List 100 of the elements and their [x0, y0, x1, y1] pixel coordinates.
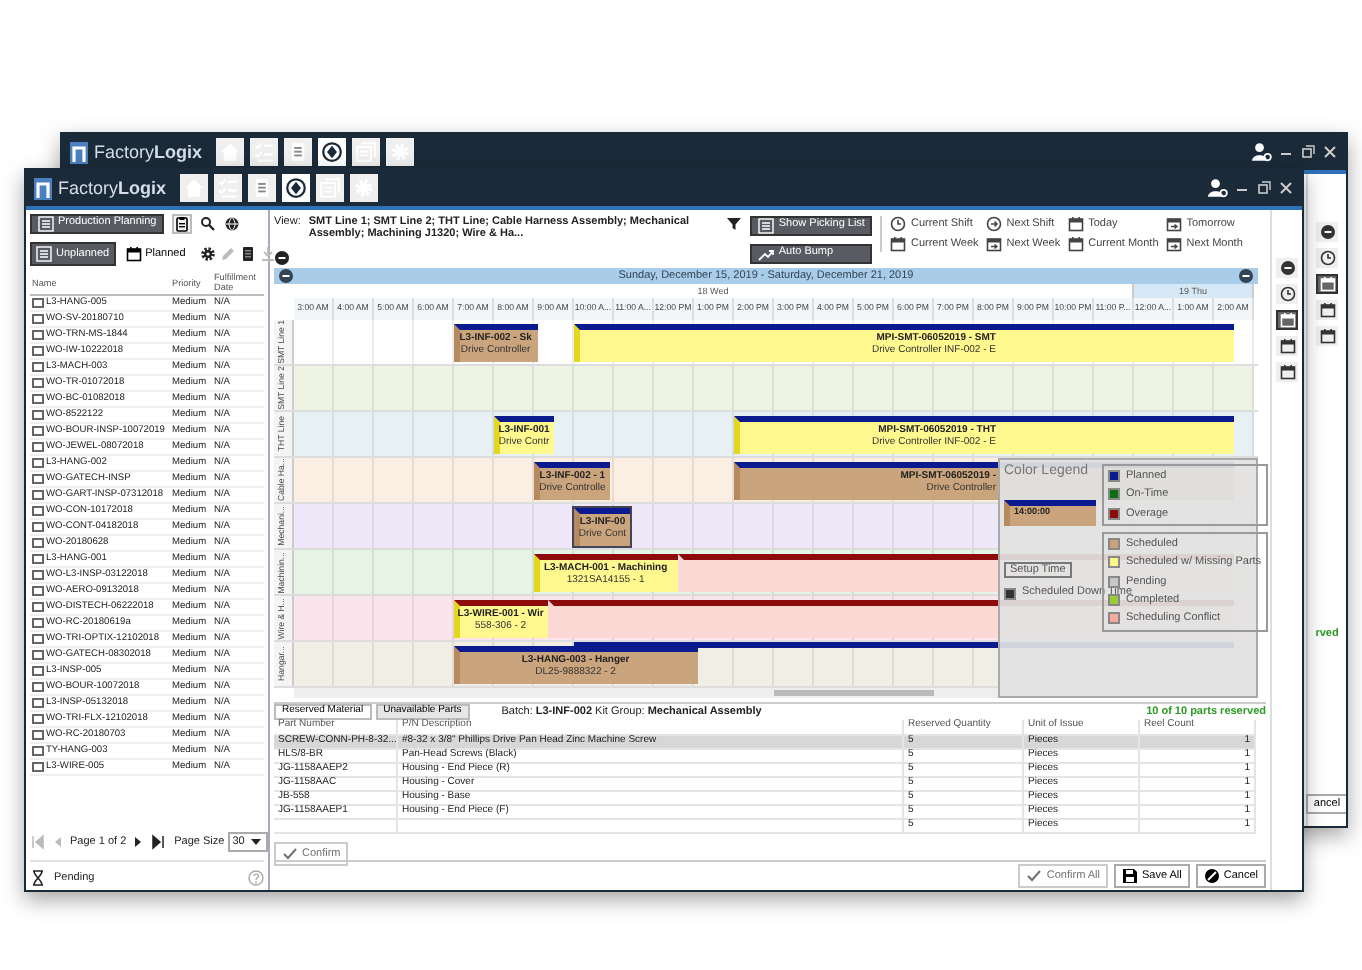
row-checkbox[interactable]: [32, 698, 44, 708]
collapse-icon: [1279, 260, 1295, 276]
row-checkbox[interactable]: [32, 506, 44, 516]
row-checkbox[interactable]: [32, 682, 44, 692]
cancel-icon: [1203, 868, 1220, 884]
hourglass-icon: [30, 870, 46, 886]
row-checkbox[interactable]: [32, 634, 44, 644]
checklist-icon: [218, 178, 239, 198]
filter-icon[interactable]: [726, 216, 743, 232]
row-checkbox[interactable]: [32, 474, 44, 484]
close-icon[interactable]: [1278, 180, 1294, 196]
clipboard-button[interactable]: [172, 214, 193, 234]
restore-icon[interactable]: [1300, 144, 1316, 160]
logo-icon: [34, 177, 52, 199]
gear-icon: [354, 178, 375, 198]
row-checkbox[interactable]: [32, 298, 44, 308]
nav-planning-button[interactable]: [318, 138, 347, 166]
calendar-icon: [1279, 364, 1295, 380]
clock-arrow-icon: [986, 216, 1003, 232]
check-icon: [1026, 868, 1043, 884]
row-checkbox[interactable]: [32, 714, 44, 724]
calendar-icon: [1068, 236, 1085, 252]
last-page-icon[interactable]: [150, 834, 167, 850]
row-checkbox[interactable]: [32, 746, 44, 756]
row-checkbox[interactable]: [32, 490, 44, 500]
close-icon[interactable]: [1322, 144, 1338, 160]
nav-gear-button[interactable]: [386, 138, 415, 166]
restore-icon[interactable]: [1256, 180, 1272, 196]
document-icon[interactable]: [239, 246, 256, 262]
row-checkbox[interactable]: [32, 362, 44, 372]
calendar-icon: [1279, 312, 1295, 328]
app-logo: FactoryLogix: [58, 177, 167, 199]
checklist-icon: [254, 142, 275, 162]
save-icon: [1122, 868, 1138, 884]
nav-windows-button[interactable]: [316, 174, 345, 202]
clock-view-button[interactable]: [1276, 284, 1298, 304]
clock-icon: [890, 216, 907, 232]
collapse-view-button[interactable]: [1276, 258, 1298, 278]
calendar-view-button[interactable]: [1316, 300, 1338, 320]
row-checkbox[interactable]: [32, 554, 44, 564]
row-checkbox[interactable]: [32, 618, 44, 628]
calendar-icon: [1319, 302, 1335, 318]
row-checkbox[interactable]: [32, 442, 44, 452]
list-icon: [758, 218, 775, 234]
collapse-icon[interactable]: [274, 249, 290, 266]
row-checkbox[interactable]: [32, 378, 44, 388]
nav-home-button[interactable]: [180, 174, 209, 202]
clock-view-button[interactable]: [1316, 248, 1338, 268]
collapse-icon: [1319, 224, 1335, 240]
list-icon: [38, 216, 54, 232]
calendar-icon: [890, 236, 907, 252]
calendar-view-button[interactable]: [1276, 310, 1298, 330]
user-icon[interactable]: [1208, 178, 1228, 198]
row-checkbox[interactable]: [32, 410, 44, 420]
list-icon: [36, 246, 52, 262]
previous-icon[interactable]: [278, 268, 294, 284]
gear-icon: [390, 142, 411, 162]
row-checkbox[interactable]: [32, 762, 44, 772]
nav-document-button[interactable]: [284, 138, 313, 166]
nav-home-button[interactable]: [216, 138, 245, 166]
nav-checklist-button[interactable]: [214, 174, 243, 202]
scrollbar-thumb[interactable]: [774, 690, 934, 696]
row-checkbox[interactable]: [32, 602, 44, 612]
gear-icon[interactable]: [199, 246, 216, 262]
nav-gear-button[interactable]: [350, 174, 379, 202]
clipboard-icon: [174, 216, 191, 232]
user-icon[interactable]: [1252, 142, 1272, 162]
nav-document-button[interactable]: [248, 174, 277, 202]
row-checkbox[interactable]: [32, 586, 44, 596]
row-checkbox[interactable]: [32, 394, 44, 404]
down-time-swatch: [1004, 587, 1016, 600]
collapse-view-button[interactable]: [1316, 222, 1338, 242]
row-checkbox[interactable]: [32, 522, 44, 532]
row-checkbox[interactable]: [32, 426, 44, 436]
planning-icon: [322, 142, 343, 162]
next-icon[interactable]: [1238, 268, 1254, 284]
row-checkbox[interactable]: [32, 330, 44, 340]
calendar-icon: [1068, 216, 1085, 232]
row-checkbox[interactable]: [32, 650, 44, 660]
row-checkbox[interactable]: [32, 458, 44, 468]
nav-checklist-button[interactable]: [250, 138, 279, 166]
row-checkbox[interactable]: [32, 666, 44, 676]
row-checkbox[interactable]: [32, 346, 44, 356]
clock-icon: [1319, 250, 1335, 266]
row-checkbox[interactable]: [32, 570, 44, 580]
document-icon: [288, 142, 309, 162]
clock-icon: [1279, 286, 1295, 302]
row-checkbox[interactable]: [32, 538, 44, 548]
windows-icon: [356, 142, 377, 162]
calendar-view-button[interactable]: [1276, 336, 1298, 356]
nav-planning-button[interactable]: [282, 174, 311, 202]
row-checkbox[interactable]: [32, 730, 44, 740]
calendar-view-button[interactable]: [1276, 362, 1298, 382]
search-icon[interactable]: [200, 216, 217, 232]
calendar-view-button[interactable]: [1316, 326, 1338, 346]
calendar-view-button[interactable]: [1316, 274, 1338, 294]
windows-icon: [320, 178, 341, 198]
row-checkbox[interactable]: [32, 314, 44, 324]
globe-icon[interactable]: [224, 216, 241, 232]
nav-windows-button[interactable]: [352, 138, 381, 166]
